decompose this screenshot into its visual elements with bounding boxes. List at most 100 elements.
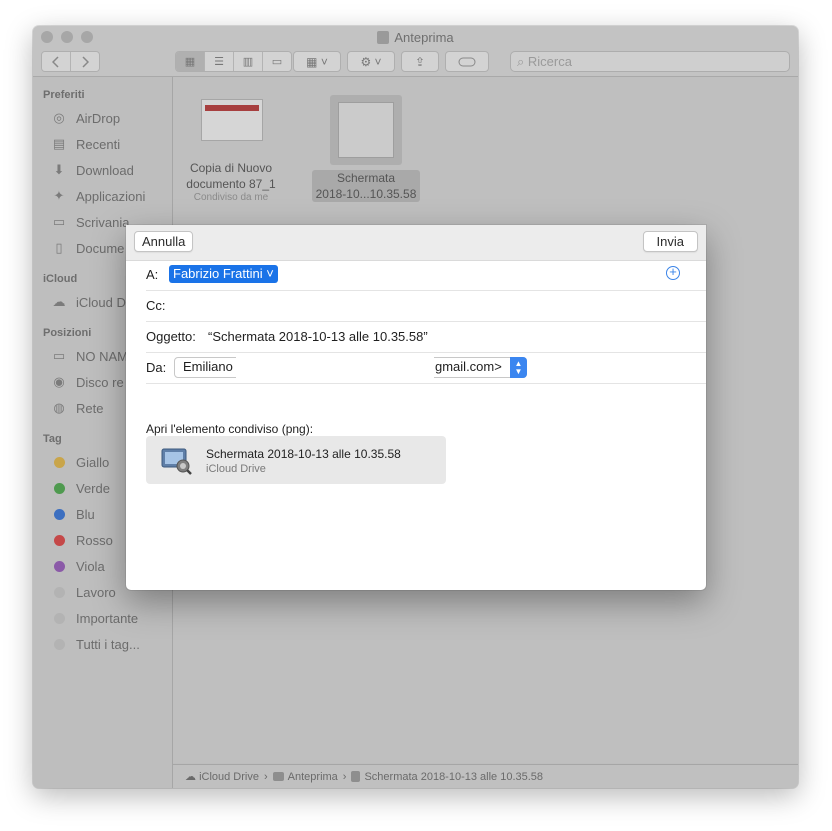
sidebar-item-remote-disc[interactable]: ◉ Disco re: [50, 372, 123, 392]
from-select-chevron-icon[interactable]: ▲ ▼: [510, 357, 527, 378]
file-shared-status: Condiviso da me: [193, 192, 269, 203]
cloud-icon: ☁: [185, 771, 200, 783]
search-field[interactable]: ⌕ Ricerca: [510, 51, 790, 72]
sidebar-item-airdrop[interactable]: ◎ AirDrop: [50, 108, 120, 128]
group-button[interactable]: ▦ ˅: [293, 51, 341, 72]
tags-button[interactable]: [445, 51, 489, 72]
sidebar-section-tags: Tag: [43, 433, 62, 445]
tag-label: Rosso: [76, 532, 113, 548]
recipient-token[interactable]: Fabrizio Frattini ˅: [169, 265, 278, 283]
document-thumbnail[interactable]: [201, 99, 263, 141]
to-label: A:: [146, 267, 159, 282]
sidebar-tag-item[interactable]: Rosso: [50, 530, 113, 550]
recents-icon: ▤: [52, 136, 66, 151]
nav-back-forward: [41, 51, 100, 72]
action-button[interactable]: ⚙ ˅: [347, 51, 395, 72]
folder-icon: [377, 31, 390, 44]
sidebar-section-locations: Posizioni: [43, 327, 92, 339]
add-contact-plus-icon[interactable]: +: [666, 265, 680, 280]
path-item-icloud[interactable]: iCloud Drive: [199, 771, 259, 783]
documents-icon: ▯: [55, 240, 63, 255]
path-item-folder[interactable]: Anteprima: [288, 771, 338, 783]
list-view-button[interactable]: ☰: [205, 52, 234, 71]
subject-label: Oggetto:: [146, 329, 196, 344]
cc-row[interactable]: Cc:: [146, 291, 706, 322]
tag-color-dot-icon: [54, 508, 65, 520]
sidebar-tag-item[interactable]: Viola: [50, 556, 105, 576]
sidebar-section-favorites: Preferiti: [43, 89, 85, 101]
tag-color-dot-icon: [54, 586, 65, 598]
attachment-caption: Apri l'elemento condiviso (png):: [146, 422, 314, 436]
back-button[interactable]: [42, 52, 71, 71]
from-account-name: Emiliano: [183, 359, 233, 374]
sidebar-tag-item[interactable]: Tutti i tag...: [50, 634, 140, 654]
download-icon: ⬇: [53, 162, 65, 177]
sidebar-item-recents[interactable]: ▤ Recenti: [50, 134, 120, 154]
network-icon: ◍: [53, 400, 65, 415]
file-icon: [351, 771, 361, 782]
applications-icon: ✦: [53, 188, 65, 203]
sidebar-item-icloud-drive[interactable]: ☁ iCloud D: [50, 292, 126, 312]
share-icon: ⇪: [414, 54, 426, 69]
from-label: Da:: [146, 360, 167, 375]
sidebar-tag-item[interactable]: Importante: [50, 608, 138, 628]
tag-color-dot-icon: [54, 456, 65, 468]
view-mode-segmented: ▦ ☰ ▥ ▭: [175, 51, 292, 72]
sidebar-tag-item[interactable]: Lavoro: [50, 582, 116, 602]
disc-icon: ◉: [53, 374, 65, 389]
sidebar-item-download[interactable]: ⬇ Download: [50, 160, 134, 180]
icon-view-button[interactable]: ▦: [176, 52, 205, 71]
tag-label: Blu: [76, 506, 95, 522]
folder-icon: [272, 772, 284, 781]
sheet-toolbar: Annulla Invia: [126, 225, 706, 261]
file-name-1[interactable]: Copia di Nuovo documento 87_1: [173, 160, 289, 192]
tag-label: Viola: [76, 558, 105, 574]
screenshot-thumbnail[interactable]: [338, 102, 394, 158]
sidebar-item-desktop[interactable]: ▭ Scrivania: [50, 212, 130, 232]
gear-icon: ⚙: [360, 54, 372, 69]
share-button[interactable]: ⇪: [401, 51, 439, 72]
chevron-right-icon: [82, 55, 89, 68]
send-button[interactable]: Invia: [642, 231, 698, 252]
sidebar-item-drive[interactable]: ▭ NO NAM: [50, 346, 128, 366]
tag-label: Tutti i tag...: [76, 636, 140, 652]
subject-value[interactable]: “Schermata 2018-10-13 alle 10.35.58”: [208, 329, 428, 344]
tag-color-dot-icon: [54, 482, 65, 494]
file-name-2[interactable]: Schermata 2018-10...10.35.58: [312, 170, 420, 202]
search-icon: ⌕: [517, 54, 525, 69]
sidebar-tag-item[interactable]: Verde: [50, 478, 110, 498]
sidebar-item-documents[interactable]: ▯ Docume: [50, 238, 124, 258]
tag-color-dot-icon: [54, 638, 65, 650]
tag-icon: [458, 57, 476, 66]
path-item-file[interactable]: Schermata 2018-10-13 alle 10.35.58: [364, 771, 543, 783]
shared-attachment-card[interactable]: Schermata 2018-10-13 alle 10.35.58 iClou…: [146, 436, 446, 484]
airdrop-icon: ◎: [53, 110, 65, 125]
mail-share-sheet: Annulla Invia A: Fabrizio Frattini ˅ + C…: [126, 225, 706, 590]
tag-label: Lavoro: [76, 584, 116, 600]
sidebar-tag-item[interactable]: Giallo: [50, 452, 109, 472]
tag-color-dot-icon: [54, 534, 65, 546]
sidebar-tag-item[interactable]: Blu: [50, 504, 95, 524]
subject-row[interactable]: Oggetto: “Schermata 2018-10-13 alle 10.3…: [146, 322, 706, 353]
redaction: [236, 353, 434, 383]
attachment-title: Schermata 2018-10-13 alle 10.35.58: [206, 447, 401, 461]
cancel-button[interactable]: Annulla: [134, 231, 194, 252]
forward-button[interactable]: [71, 52, 99, 71]
cc-label: Cc:: [146, 298, 166, 313]
attachment-location: iCloud Drive: [206, 463, 266, 475]
drive-icon: ▭: [52, 348, 66, 363]
cloud-icon: ☁: [52, 294, 66, 309]
path-bar: ☁ iCloud Drive › Anteprima › Schermata 2…: [173, 764, 798, 788]
sidebar-item-network[interactable]: ◍ Rete: [50, 398, 103, 418]
gallery-view-button[interactable]: ▭: [263, 52, 291, 71]
tag-label: Verde: [76, 480, 110, 496]
sidebar-item-applications[interactable]: ✦ Applicazioni: [50, 186, 146, 206]
desktop-icon: ▭: [52, 214, 66, 229]
from-account-domain: gmail.com>: [435, 359, 502, 374]
tag-color-dot-icon: [54, 560, 65, 572]
grid-icon: ▦: [306, 54, 318, 69]
tag-label: Giallo: [76, 454, 110, 470]
column-view-button[interactable]: ▥: [234, 52, 263, 71]
preview-app-icon: [161, 448, 192, 475]
tag-color-dot-icon: [54, 612, 65, 624]
